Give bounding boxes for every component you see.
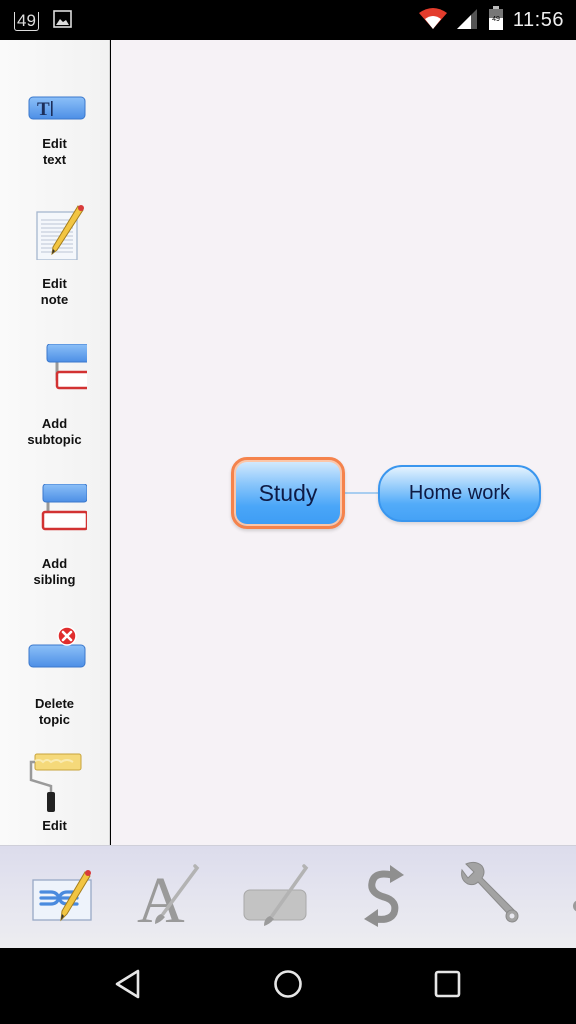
- sidebar-item-edit-note[interactable]: Edit note: [0, 180, 109, 320]
- edit-note-icon: [23, 204, 87, 261]
- sidebar-item-label: Delete topic: [34, 696, 75, 727]
- topic-sidebar[interactable]: T Edit text Edit note Add subtopic Add s…: [0, 40, 110, 845]
- battery-icon: 49: [488, 6, 503, 35]
- sidebar-item-label: Add sibling: [33, 556, 76, 587]
- sidebar-item-edit-text[interactable]: T Edit text: [0, 40, 109, 180]
- root-topic[interactable]: Study: [231, 457, 345, 529]
- status-system: 49 11:56: [418, 6, 564, 35]
- back-button[interactable]: [103, 966, 153, 1006]
- sidebar-item-add-sibling[interactable]: Add sibling: [0, 460, 109, 600]
- image-icon: [53, 9, 73, 34]
- paint-roller-icon: [23, 752, 87, 812]
- wrench-icon: [452, 860, 524, 937]
- navigation-bar: [0, 948, 576, 1024]
- root-topic-label: Study: [258, 479, 318, 506]
- screen: 49 49 11:56 T Edit text Edit note Add su…: [0, 0, 576, 1024]
- sidebar-item-delete-topic[interactable]: Delete topic: [0, 600, 109, 740]
- sidebar-item-label: Edit note: [40, 276, 69, 307]
- home-icon: [272, 968, 304, 1005]
- sidebar-item-label: Add subtopic: [27, 416, 82, 447]
- more-tool-icon: [551, 866, 576, 931]
- add-subtopic-icon: [23, 343, 93, 400]
- battery-level: 49: [492, 16, 500, 23]
- home-button[interactable]: [263, 966, 313, 1006]
- topic-style-button[interactable]: [234, 858, 314, 938]
- subtopic[interactable]: Home work: [378, 465, 541, 522]
- mindmap-canvas[interactable]: Study Home work: [111, 40, 576, 845]
- settings-button[interactable]: [448, 858, 528, 938]
- cell-signal-icon: [456, 7, 479, 34]
- edit-text-icon: T: [23, 64, 87, 120]
- svg-text:T: T: [37, 99, 50, 120]
- relationship-button[interactable]: [344, 858, 424, 938]
- clock: 11:56: [512, 9, 564, 31]
- more-tools-button[interactable]: [546, 858, 576, 938]
- edit-map-icon: [23, 864, 93, 933]
- topic-connector: [344, 492, 379, 494]
- add-sibling-icon: [23, 483, 88, 540]
- delete-topic-icon: [23, 624, 87, 680]
- sidebar-item-edit-background[interactable]: Edit: [0, 740, 109, 845]
- connection-style-icon: [354, 861, 414, 936]
- sidebar-item-label: Edit text: [42, 136, 67, 167]
- sidebar-item-label: Edit: [42, 818, 67, 833]
- recents-icon: [433, 969, 463, 1004]
- status-bar: 49 49 11:56: [0, 0, 576, 40]
- status-notifications: 49: [14, 9, 73, 34]
- notification-count-icon: 49: [14, 12, 39, 31]
- edit-map-button[interactable]: [18, 858, 98, 938]
- font-style-icon: A: [131, 864, 201, 937]
- font-style-button[interactable]: A: [126, 858, 206, 938]
- recents-button[interactable]: [423, 966, 473, 1006]
- wifi-icon: [418, 7, 447, 34]
- sidebar-item-add-subtopic[interactable]: Add subtopic: [0, 320, 109, 460]
- subtopic-label: Home work: [408, 482, 511, 504]
- topic-style-icon: [238, 863, 310, 933]
- back-icon: [114, 968, 142, 1005]
- bottom-toolbar: A: [0, 845, 576, 948]
